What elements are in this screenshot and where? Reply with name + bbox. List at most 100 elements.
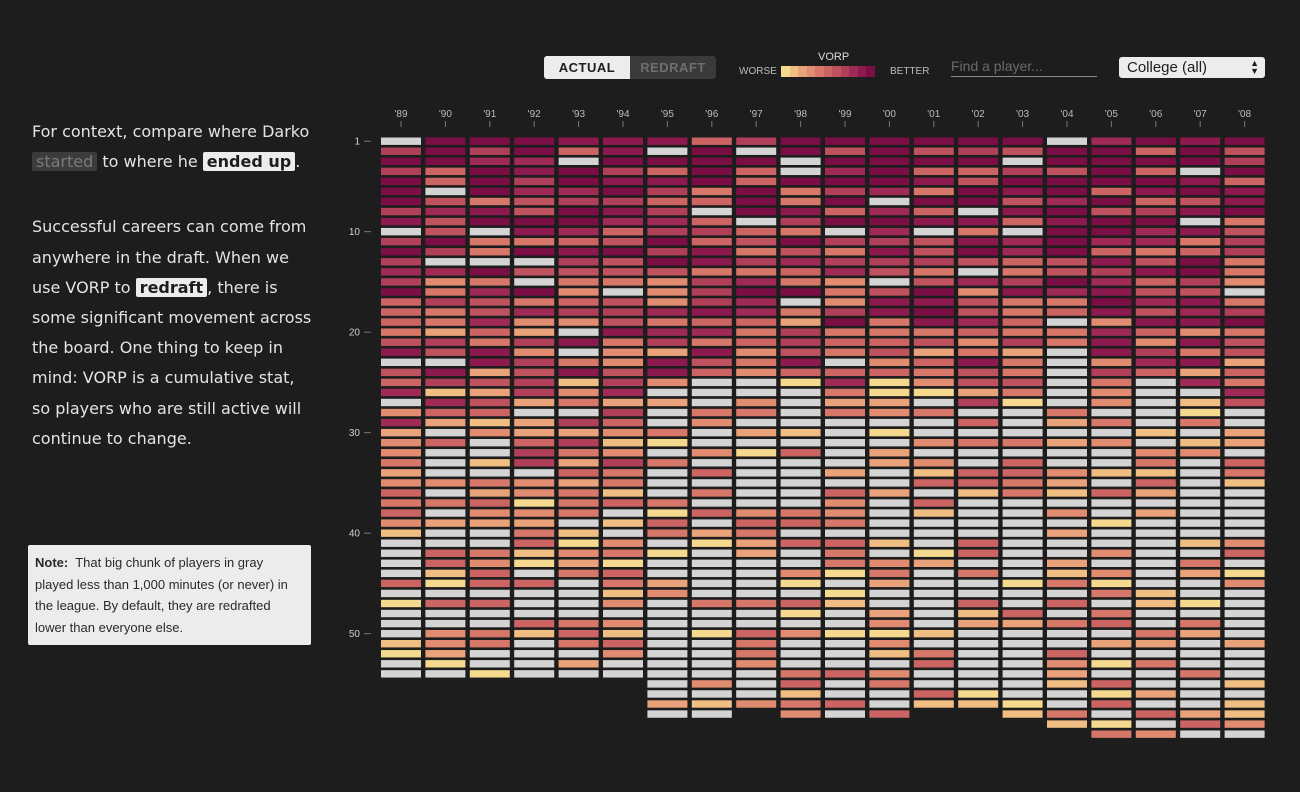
pick-cell[interactable] <box>1002 670 1043 678</box>
pick-cell[interactable] <box>425 328 466 336</box>
pick-cell[interactable] <box>469 167 510 176</box>
pick-cell[interactable] <box>913 378 954 387</box>
pick-cell[interactable] <box>514 569 555 578</box>
pick-cell[interactable] <box>647 418 688 427</box>
pick-cell[interactable] <box>780 207 821 216</box>
pick-cell[interactable] <box>1091 378 1132 387</box>
pick-cell[interactable] <box>558 388 599 397</box>
pick-cell[interactable] <box>869 408 910 417</box>
pick-cell[interactable] <box>425 137 466 145</box>
pick-cell[interactable] <box>780 197 821 206</box>
pick-cell[interactable] <box>1047 238 1087 246</box>
pick-cell[interactable] <box>514 670 555 678</box>
pick-cell[interactable] <box>1180 137 1221 145</box>
pick-cell[interactable] <box>913 408 954 417</box>
pick-cell[interactable] <box>425 358 466 366</box>
pick-cell[interactable] <box>1135 640 1176 648</box>
pick-cell[interactable] <box>425 599 466 608</box>
pick-cell[interactable] <box>469 609 510 618</box>
pick-cell[interactable] <box>514 469 555 477</box>
pick-cell[interactable] <box>691 137 732 145</box>
pick-cell[interactable] <box>647 378 688 387</box>
pick-cell[interactable] <box>736 519 777 527</box>
pick-cell[interactable] <box>603 619 643 628</box>
pick-cell[interactable] <box>381 619 421 628</box>
pick-cell[interactable] <box>869 278 910 286</box>
pick-cell[interactable] <box>913 529 954 537</box>
pick-cell[interactable] <box>1047 147 1087 155</box>
pick-cell[interactable] <box>1002 690 1043 698</box>
pick-cell[interactable] <box>958 388 999 397</box>
pick-cell[interactable] <box>1224 619 1265 628</box>
pick-cell[interactable] <box>1135 559 1176 567</box>
pick-cell[interactable] <box>1135 469 1176 477</box>
pick-cell[interactable] <box>1091 559 1132 567</box>
pick-cell[interactable] <box>558 640 599 648</box>
pick-cell[interactable] <box>913 499 954 507</box>
pick-cell[interactable] <box>869 479 910 487</box>
pick-cell[interactable] <box>514 308 555 316</box>
pick-cell[interactable] <box>958 328 999 336</box>
pick-cell[interactable] <box>1002 418 1043 427</box>
pick-cell[interactable] <box>1047 268 1087 276</box>
pick-cell[interactable] <box>869 640 910 648</box>
pick-cell[interactable] <box>825 629 865 638</box>
pick-cell[interactable] <box>1002 388 1043 397</box>
pick-cell[interactable] <box>869 418 910 427</box>
pick-cell[interactable] <box>381 308 421 316</box>
pick-cell[interactable] <box>1047 137 1087 145</box>
pick-cell[interactable] <box>869 368 910 377</box>
pick-cell[interactable] <box>381 539 421 547</box>
pick-cell[interactable] <box>1180 308 1221 316</box>
pick-cell[interactable] <box>1091 640 1132 648</box>
pick-cell[interactable] <box>558 418 599 427</box>
pick-cell[interactable] <box>1224 248 1265 256</box>
pick-cell[interactable] <box>958 368 999 377</box>
pick-cell[interactable] <box>1135 619 1176 628</box>
pick-cell[interactable] <box>603 227 643 236</box>
pick-cell[interactable] <box>825 599 865 608</box>
pick-cell[interactable] <box>691 288 732 296</box>
pick-cell[interactable] <box>1224 549 1265 557</box>
pick-cell[interactable] <box>603 650 643 658</box>
pick-cell[interactable] <box>1002 318 1043 326</box>
pick-cell[interactable] <box>603 629 643 638</box>
pick-cell[interactable] <box>736 459 777 467</box>
pick-cell[interactable] <box>780 499 821 507</box>
pick-cell[interactable] <box>381 489 421 497</box>
pick-cell[interactable] <box>1091 137 1132 145</box>
pick-cell[interactable] <box>514 509 555 517</box>
pick-cell[interactable] <box>425 338 466 346</box>
pick-cell[interactable] <box>1047 418 1087 427</box>
pick-cell[interactable] <box>780 670 821 678</box>
pick-cell[interactable] <box>1180 479 1221 487</box>
pick-cell[interactable] <box>958 167 999 176</box>
pick-cell[interactable] <box>958 217 999 226</box>
pick-cell[interactable] <box>825 690 865 698</box>
pick-cell[interactable] <box>736 529 777 537</box>
pick-cell[interactable] <box>869 187 910 196</box>
pick-cell[interactable] <box>958 690 999 698</box>
pick-cell[interactable] <box>514 388 555 397</box>
pick-cell[interactable] <box>1091 459 1132 467</box>
pick-cell[interactable] <box>469 650 510 658</box>
pick-cell[interactable] <box>603 258 643 266</box>
pick-cell[interactable] <box>1002 238 1043 246</box>
pick-cell[interactable] <box>514 177 555 186</box>
pick-cell[interactable] <box>603 439 643 447</box>
pick-cell[interactable] <box>869 449 910 457</box>
pick-cell[interactable] <box>1002 137 1043 145</box>
pick-cell[interactable] <box>514 629 555 638</box>
pick-cell[interactable] <box>1180 589 1221 598</box>
pick-cell[interactable] <box>1047 700 1087 708</box>
pick-cell[interactable] <box>958 187 999 196</box>
pick-cell[interactable] <box>558 609 599 618</box>
pick-cell[interactable] <box>958 137 999 145</box>
pick-cell[interactable] <box>603 137 643 145</box>
pick-cell[interactable] <box>603 469 643 477</box>
pick-cell[interactable] <box>1180 499 1221 507</box>
pick-cell[interactable] <box>514 348 555 356</box>
pick-cell[interactable] <box>1135 187 1176 196</box>
pick-cell[interactable] <box>558 449 599 457</box>
pick-cell[interactable] <box>736 338 777 346</box>
